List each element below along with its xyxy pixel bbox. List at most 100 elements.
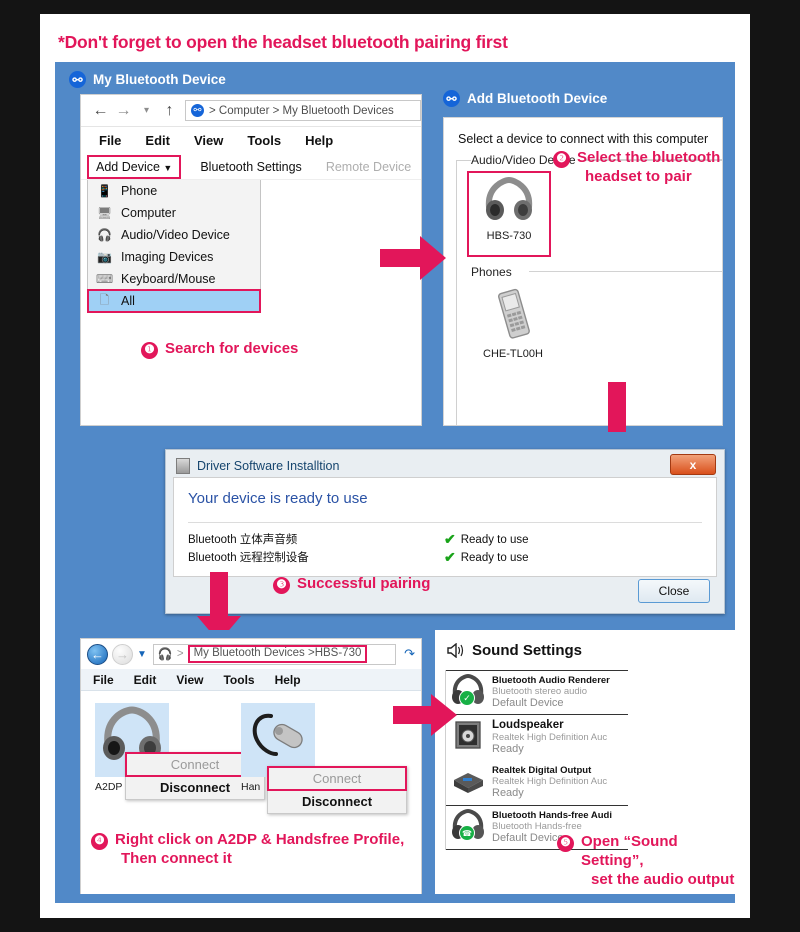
sound-settings-panel: Sound Settings ✓ Bluetooth Audio Rendere… — [435, 630, 735, 902]
close-button[interactable]: Close — [638, 579, 710, 603]
step-one-caption: ❶ Search for devices — [141, 340, 298, 359]
audio-device-row-realtek-digital[interactable]: Realtek Digital Output Realtek High Defi… — [446, 760, 628, 805]
dropdown-label: Imaging Devices — [121, 250, 214, 264]
step-number: ❶ — [141, 342, 158, 359]
add-bluetooth-device-label: Add Bluetooth Device — [467, 91, 608, 106]
menu-bar: File Edit View Tools Help — [81, 127, 421, 154]
check-badge-icon: ✓ — [459, 690, 475, 706]
device-che-tl00h[interactable]: CHE-TL00H — [471, 287, 555, 360]
dialog-body: Your device is ready to use Bluetooth 立体… — [173, 477, 717, 577]
audio-device-status: Default Device — [492, 697, 564, 710]
menu-help[interactable]: Help — [275, 673, 301, 687]
all-devices-icon: 🗋 — [99, 292, 110, 307]
sound-settings-label: Sound Settings — [472, 642, 582, 659]
computer-icon: 🖥 — [96, 206, 113, 220]
audio-device-name: Realtek Digital Output — [492, 764, 592, 776]
context-disconnect-handsfree[interactable]: Disconnect — [268, 790, 406, 813]
add-device-button[interactable]: Add Device ▼ — [87, 154, 182, 179]
audio-device-desc: Realtek High Definition Auc — [492, 776, 608, 788]
headphones-icon — [485, 176, 533, 220]
bottom-accent-bar — [55, 894, 735, 903]
dropdown-item-all[interactable]: 🗋 All — [87, 289, 261, 313]
imaging-icon: 📷 — [97, 250, 112, 264]
audio-device-desc: Bluetooth stereo audio — [492, 686, 588, 698]
back-arrow-icon[interactable]: ← — [89, 102, 112, 120]
menu-file[interactable]: File — [93, 673, 114, 687]
menu-view[interactable]: View — [194, 133, 223, 148]
dropdown-item-imaging[interactable]: 📷 Imaging Devices — [88, 246, 260, 268]
context-connect-handsfree[interactable]: Connect — [267, 766, 407, 791]
address-text: > Computer > My Bluetooth Devices — [209, 104, 394, 117]
speaker-icon — [447, 643, 464, 658]
audio-device-text: Bluetooth Audio Renderer Bluetooth stere… — [492, 675, 610, 710]
menu-tools[interactable]: Tools — [247, 133, 281, 148]
sound-settings-title: Sound Settings — [447, 642, 582, 659]
dropdown-label: Keyboard/Mouse — [121, 272, 216, 286]
menu-file[interactable]: File — [99, 133, 121, 148]
step-number: ❹ — [91, 833, 108, 850]
navigation-bar: ← → ▼ 🎧 > My Bluetooth Devices >HBS-730 … — [81, 639, 421, 669]
step-number: ❸ — [273, 577, 290, 594]
dialog-title: Driver Software Installtion — [176, 458, 339, 474]
dropdown-item-keyboard-mouse[interactable]: ⌨ Keyboard/Mouse — [88, 268, 260, 290]
dropdown-item-phone[interactable]: 📱 Phone — [88, 180, 260, 202]
menu-view[interactable]: View — [176, 673, 203, 687]
step-text-wrap: Open “Sound Setting”, set the audio outp… — [581, 833, 737, 889]
address-bar[interactable]: ⚯ > Computer > My Bluetooth Devices — [185, 100, 421, 121]
chevron-down-icon[interactable]: ▾ — [135, 105, 158, 116]
step-four-caption: ❹ Right click on A2DP & Handsfree Profil… — [91, 831, 421, 869]
audio-device-row-loudspeaker[interactable]: Loudspeaker Realtek High Definition Auc … — [446, 715, 628, 760]
step-text: Search for devices — [165, 340, 299, 357]
chevron-down-icon[interactable]: ▼ — [137, 649, 147, 660]
remote-device-button: Remote Device — [325, 159, 412, 174]
step-text-wrap: Right click on A2DP & Handsfree Profile,… — [115, 831, 404, 869]
step-number: ❷ — [553, 151, 570, 168]
audio-device-row-bluetooth-renderer[interactable]: ✓ Bluetooth Audio Renderer Bluetooth ste… — [446, 670, 628, 715]
navigation-bar: ← → ▾ ↑ ⚯ > Computer > My Bluetooth Devi… — [81, 95, 421, 127]
dropdown-label: Phone — [121, 184, 158, 198]
arrow-right-icon — [380, 234, 448, 282]
dropdown-item-computer[interactable]: 🖥 Computer — [88, 202, 260, 224]
add-bluetooth-device-title: ⚯ Add Bluetooth Device — [443, 90, 607, 107]
step-text-wrap: Select the bluetooth headset to pair — [577, 149, 720, 187]
instruction-page: *Don't forget to open the headset blueto… — [40, 14, 750, 918]
driver-row-status: ✔ Ready to use — [444, 531, 529, 548]
headset-icon: 🎧 — [157, 647, 173, 661]
address-bar[interactable]: 🎧 > My Bluetooth Devices >HBS-730 — [152, 643, 397, 665]
refresh-icon[interactable]: ↷ — [404, 646, 415, 662]
audio-device-status: Ready — [492, 743, 524, 756]
step-text: Successful pairing — [297, 575, 431, 592]
headset-icon: ☎ — [450, 808, 486, 846]
dropdown-label: Computer — [121, 206, 176, 220]
forward-arrow-icon[interactable]: → — [112, 102, 135, 120]
section-one-panel: ⚯ My Bluetooth Device ← → ▾ ↑ ⚯ > Comput… — [55, 62, 735, 458]
menu-edit[interactable]: Edit — [134, 673, 157, 687]
driver-icon — [176, 458, 190, 474]
headset-icon: 🎧 — [97, 228, 112, 242]
digital-output-icon — [450, 764, 486, 801]
driver-row-name: Bluetooth 立体声音频 — [188, 534, 298, 546]
menu-edit[interactable]: Edit — [145, 133, 170, 148]
menu-help[interactable]: Help — [305, 133, 333, 148]
dropdown-item-audio-video[interactable]: 🎧 Audio/Video Device — [88, 224, 260, 246]
audio-device-status: Ready — [492, 787, 524, 800]
device-hbs-730[interactable]: HBS-730 — [467, 171, 551, 257]
audio-device-text: Realtek Digital Output Realtek High Defi… — [492, 765, 607, 800]
step-text-line1: Open “Sound Setting”, — [581, 833, 678, 869]
forward-arrow-icon[interactable]: → — [112, 643, 133, 665]
earpiece-icon — [252, 713, 303, 756]
back-arrow-icon[interactable]: ← — [87, 643, 108, 665]
check-icon: ✔ — [444, 531, 456, 547]
close-window-button[interactable]: x — [670, 454, 716, 475]
dropdown-label: Audio/Video Device — [121, 228, 230, 242]
driver-software-installation-dialog: Driver Software Installtion x Your devic… — [165, 449, 725, 614]
phone-icon: 📱 — [97, 184, 112, 198]
context-menu-handsfree: Connect Disconnect — [267, 766, 407, 814]
audio-device-text: Loudspeaker Realtek High Definition Auc … — [492, 719, 607, 757]
up-arrow-icon[interactable]: ↑ — [158, 102, 181, 120]
step-three-caption: ❸ Successful pairing — [273, 575, 430, 594]
menu-tools[interactable]: Tools — [223, 673, 254, 687]
add-device-label: Add Device — [96, 159, 160, 174]
bluetooth-settings-button[interactable]: Bluetooth Settings — [195, 158, 306, 176]
audio-device-desc: Bluetooth Hands-free — [492, 821, 582, 833]
